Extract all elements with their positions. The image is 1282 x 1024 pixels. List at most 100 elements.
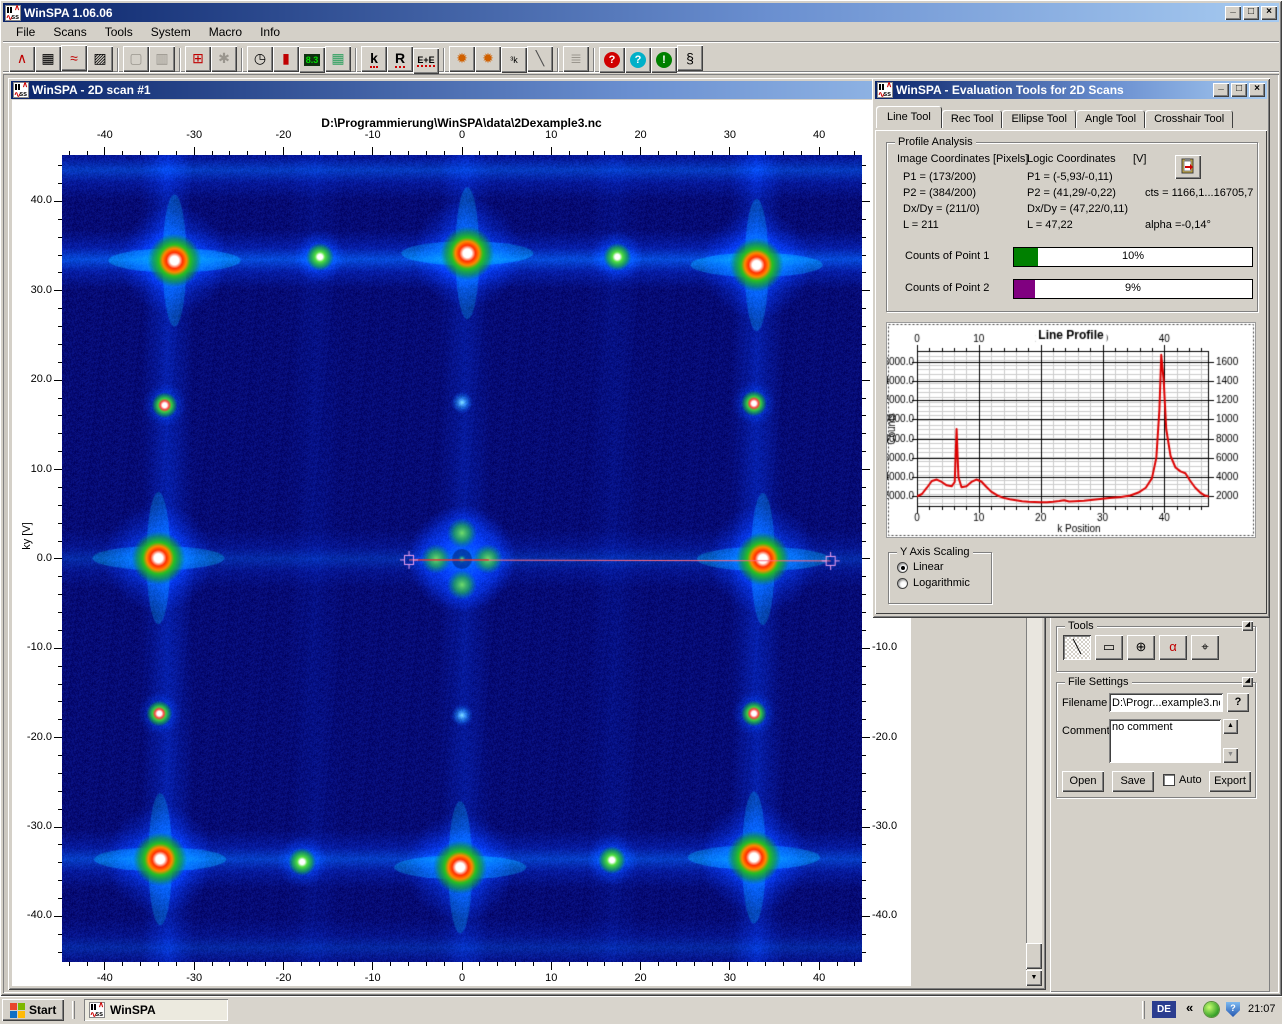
context-help-toolbar-button[interactable]: ? — [625, 47, 651, 73]
comment-scroll-up[interactable]: ▲ — [1223, 719, 1238, 734]
y-axis-tick — [862, 522, 866, 524]
auto-checkbox[interactable]: Auto — [1163, 774, 1202, 787]
y-axis-tick-label-right: -40.0 — [872, 909, 898, 922]
pa-unit-header: [V] — [1133, 153, 1147, 165]
y-axis-scaling-group: Y Axis Scaling Linear Logarithmic — [888, 546, 992, 604]
k-scale-toolbar-button[interactable]: k — [361, 46, 387, 72]
rect-tool-button[interactable]: ▭ — [1095, 635, 1123, 660]
copy-to-clipboard-button[interactable] — [1175, 155, 1201, 179]
multichart-toolbar-button[interactable]: ⊞ — [185, 45, 211, 72]
menu-item-system[interactable]: System — [142, 23, 200, 41]
x-axis-tick — [568, 151, 570, 155]
spectrum-toolbar-button[interactable]: ∧ — [9, 45, 35, 72]
filename-input[interactable] — [1109, 693, 1223, 712]
y-axis-scaling-label: Y Axis Scaling — [897, 546, 973, 558]
tab-line-tool[interactable]: Line Tool — [876, 106, 942, 128]
scroll-down-button[interactable]: ▼ — [1026, 970, 1042, 986]
export-button[interactable]: Export — [1209, 771, 1251, 792]
radio-logarithmic[interactable]: Logarithmic — [897, 577, 970, 589]
tab-ellipse-tool[interactable]: Ellipse Tool — [1002, 110, 1076, 128]
r-scale-toolbar-button[interactable]: R — [387, 46, 413, 72]
help-toolbar-button[interactable]: ? — [599, 47, 625, 73]
pa-row-logic-coords: P1 = (-5,93/-0,11) — [1027, 171, 1113, 183]
y-axis-tick — [58, 844, 62, 846]
y-axis-tick — [862, 594, 866, 596]
logarithmic-radio[interactable] — [897, 577, 908, 589]
collapse-file-settings-button[interactable]: ◢ — [1242, 677, 1253, 687]
x-axis-tick — [711, 962, 713, 966]
crosshair-tool-button[interactable]: ⌖ — [1191, 635, 1219, 660]
ellipse-tool-button[interactable]: ⊕ — [1127, 635, 1155, 660]
scan-heatmap[interactable] — [62, 155, 862, 962]
task-button-winspa[interactable]: ∿ss WinSPA — [84, 999, 228, 1021]
tray-green-icon[interactable] — [1204, 1002, 1219, 1017]
led-display-toolbar-button[interactable]: 8.3 — [299, 47, 325, 73]
y-axis-tick — [58, 576, 62, 578]
task-label: WinSPA — [110, 1003, 156, 1017]
eval-titlebar[interactable]: ∿ss WinSPA - Evaluation Tools for 2D Sca… — [875, 80, 1267, 99]
k-scale-icon: k — [370, 50, 378, 68]
language-indicator[interactable]: DE — [1152, 1001, 1176, 1018]
tray-chevrons-button[interactable]: « — [1186, 1000, 1193, 1015]
wrench-toolbar-button[interactable]: ╲ — [527, 45, 553, 72]
menu-bar: File Scans Tools System Macro Info — [3, 23, 1279, 42]
histogram-toolbar-button[interactable]: ▮ — [273, 45, 299, 72]
tab-crosshair-tool[interactable]: Crosshair Tool — [1145, 110, 1234, 128]
x-axis-tick — [354, 962, 356, 966]
clock-toolbar-button[interactable]: ◷ — [247, 45, 273, 72]
y-axis-tick — [58, 486, 62, 488]
menu-item-tools[interactable]: Tools — [96, 23, 142, 41]
x-axis-tick-label-top: 10 — [545, 129, 558, 141]
k3-axis-toolbar-button[interactable]: ³k — [501, 47, 527, 73]
open-button[interactable]: Open — [1062, 771, 1104, 792]
gear-e-toolbar-button[interactable]: ✹ — [449, 45, 475, 72]
eval-close-button[interactable]: × — [1249, 83, 1265, 97]
y-axis-tick — [862, 469, 870, 471]
menu-item-file[interactable]: File — [7, 23, 44, 41]
tab-rec-tool[interactable]: Rec Tool — [941, 110, 1003, 128]
x-axis-tick — [140, 962, 142, 966]
line-tool-button[interactable]: ╲ — [1063, 635, 1091, 660]
y-axis-tick — [58, 272, 62, 274]
y-axis-tick — [862, 772, 866, 774]
y-axis-tick-label-left: 0.0 — [36, 551, 52, 564]
main-titlebar[interactable]: ∿ss WinSPA 1.06.06 _ □ × — [3, 3, 1279, 22]
x-axis-tick — [425, 962, 427, 966]
board-toolbar-button[interactable]: ▦ — [325, 45, 351, 72]
save-button[interactable]: Save — [1112, 771, 1154, 792]
radio-linear[interactable]: Linear — [897, 561, 970, 573]
linear-radio[interactable] — [897, 561, 908, 573]
comment-textarea[interactable]: no comment — [1109, 719, 1221, 763]
collapse-tools-button[interactable]: ◢ — [1242, 621, 1253, 631]
filename-help-button[interactable]: ? — [1227, 693, 1249, 712]
menu-item-info[interactable]: Info — [251, 23, 289, 41]
comment-scroll-down[interactable]: ▼ — [1223, 748, 1238, 763]
hatch-toolbar-button[interactable]: ▨ — [87, 45, 113, 72]
start-button[interactable]: Start — [2, 999, 65, 1021]
scan-grid-toolbar-button[interactable]: ▦ — [35, 45, 61, 72]
scroll-thumb[interactable] — [1026, 943, 1042, 969]
gear-2-toolbar-button[interactable]: ✹ — [475, 45, 501, 72]
angle-tool-button[interactable]: α — [1159, 635, 1187, 660]
minimize-button[interactable]: _ — [1225, 3, 1241, 20]
menu-item-macro[interactable]: Macro — [200, 23, 251, 41]
menu-item-scans[interactable]: Scans — [44, 23, 95, 41]
info-toolbar-button[interactable]: ! — [651, 47, 677, 73]
tab-angle-tool[interactable]: Angle Tool — [1075, 110, 1146, 128]
eval-maximize-button[interactable]: □ — [1231, 83, 1247, 97]
tray-clock[interactable]: 21:07 — [1248, 1003, 1276, 1015]
maximize-button[interactable]: □ — [1243, 5, 1259, 20]
eval-minimize-button[interactable]: _ — [1213, 81, 1229, 97]
auto-checkbox-box[interactable] — [1163, 774, 1175, 787]
pa-col1-header: Image Coordinates [Pixels] — [897, 153, 1029, 165]
x-axis-tick — [604, 151, 606, 155]
close-button[interactable]: × — [1261, 5, 1277, 20]
e-scale-toolbar-button[interactable]: E+E — [413, 48, 439, 74]
paragraph-toolbar-button[interactable]: § — [677, 45, 703, 71]
quicklaunch-divider[interactable] — [72, 1001, 75, 1019]
x-axis-tick — [586, 962, 588, 966]
tray-shield-icon[interactable]: ? — [1226, 1002, 1240, 1017]
y-axis-tick — [58, 933, 62, 935]
x-axis-tick — [157, 962, 159, 966]
curves-toolbar-button[interactable]: ≈ — [61, 45, 87, 71]
